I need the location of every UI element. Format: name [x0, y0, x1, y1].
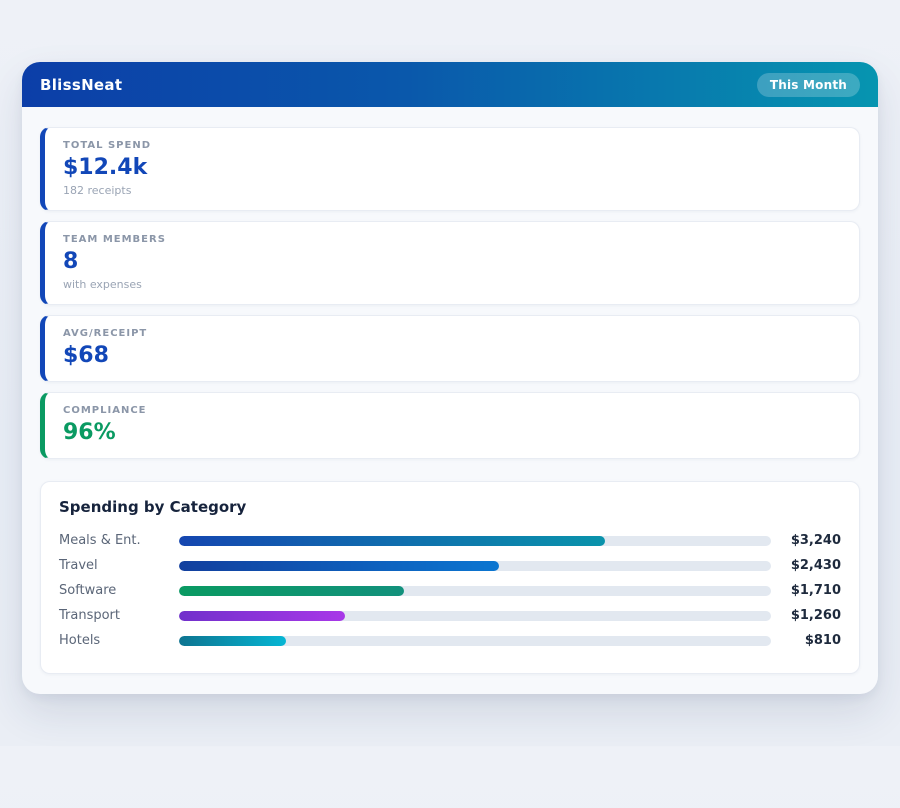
chart-row: Transport $1,260	[59, 603, 841, 628]
category-value: $810	[771, 633, 841, 648]
stat-card: TOTAL SPEND $12.4k 182 receipts	[40, 127, 860, 211]
bar-fill	[179, 536, 605, 546]
stat-sub: with expenses	[63, 278, 841, 291]
spending-chart-card: Spending by Category Meals & Ent. $3,240…	[40, 481, 860, 674]
chart-row: Travel $2,430	[59, 553, 841, 578]
stat-label: TOTAL SPEND	[63, 140, 841, 151]
category-value: $1,710	[771, 583, 841, 598]
chart-row: Hotels $810	[59, 628, 841, 653]
category-value: $1,260	[771, 608, 841, 623]
period-badge-button[interactable]: This Month	[757, 73, 860, 97]
bar-track	[179, 561, 771, 571]
bar-fill	[179, 611, 345, 621]
chart-title: Spending by Category	[59, 498, 841, 516]
stat-card: TEAM MEMBERS 8 with expenses	[40, 221, 860, 305]
category-label: Transport	[59, 608, 179, 623]
stat-label: AVG/RECEIPT	[63, 328, 841, 339]
stat-value: $68	[63, 343, 841, 368]
category-label: Travel	[59, 558, 179, 573]
stat-card: AVG/RECEIPT $68	[40, 315, 860, 382]
stat-value: 8	[63, 249, 841, 274]
category-label: Meals & Ent.	[59, 533, 179, 548]
category-label: Software	[59, 583, 179, 598]
bar-track	[179, 586, 771, 596]
app-title: BlissNeat	[40, 76, 122, 94]
bar-fill	[179, 561, 499, 571]
bar-fill	[179, 586, 404, 596]
dashboard-body: TOTAL SPEND $12.4k 182 receipts TEAM MEM…	[22, 107, 878, 694]
category-value: $3,240	[771, 533, 841, 548]
stat-card: COMPLIANCE 96%	[40, 392, 860, 459]
category-value: $2,430	[771, 558, 841, 573]
bar-fill	[179, 636, 286, 646]
dashboard-container: BlissNeat This Month TOTAL SPEND $12.4k …	[22, 62, 878, 694]
stat-value: $12.4k	[63, 155, 841, 180]
stat-label: TEAM MEMBERS	[63, 234, 841, 245]
bar-track	[179, 611, 771, 621]
stat-value: 96%	[63, 420, 841, 445]
stat-label: COMPLIANCE	[63, 405, 841, 416]
chart-row: Meals & Ent. $3,240	[59, 528, 841, 553]
bar-track	[179, 536, 771, 546]
category-label: Hotels	[59, 633, 179, 648]
chart-row: Software $1,710	[59, 578, 841, 603]
bar-track	[179, 636, 771, 646]
app-header: BlissNeat This Month	[22, 62, 878, 107]
stat-sub: 182 receipts	[63, 184, 841, 197]
